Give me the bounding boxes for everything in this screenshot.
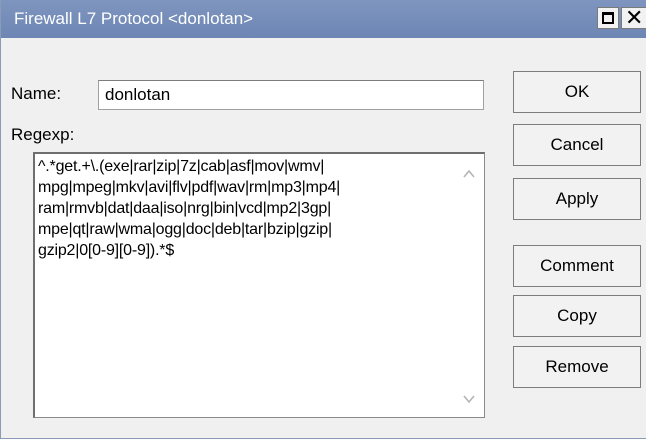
remove-button[interactable]: Remove (513, 346, 641, 388)
regexp-text: ^.*get.+\.(exe|rar|zip|7z|cab|asf|mov|wm… (38, 158, 341, 259)
cancel-button[interactable]: Cancel (513, 124, 641, 166)
ok-button[interactable]: OK (513, 71, 641, 113)
name-input[interactable]: donlotan (98, 80, 484, 110)
vertical-scrollbar[interactable] (454, 154, 484, 417)
name-label: Name: (11, 84, 62, 103)
copy-button[interactable]: Copy (513, 295, 641, 337)
close-button[interactable]: ✕ (621, 5, 646, 30)
maximize-icon (602, 12, 614, 24)
dialog-window: Firewall L7 Protocol <donlotan> ✕ Name: … (0, 0, 646, 439)
apply-button[interactable]: Apply (513, 178, 641, 220)
title-bar[interactable]: Firewall L7 Protocol <donlotan> ✕ (1, 0, 646, 38)
arrow-down-icon[interactable] (461, 391, 477, 407)
regexp-textarea[interactable]: ^.*get.+\.(exe|rar|zip|7z|cab|asf|mov|wm… (33, 152, 485, 418)
arrow-up-icon[interactable] (461, 166, 477, 182)
close-icon: ✕ (625, 5, 644, 30)
maximize-button[interactable] (597, 7, 619, 29)
regexp-label: Regexp: (11, 125, 75, 144)
window-title: Firewall L7 Protocol <donlotan> (14, 9, 254, 28)
comment-button[interactable]: Comment (513, 245, 641, 287)
